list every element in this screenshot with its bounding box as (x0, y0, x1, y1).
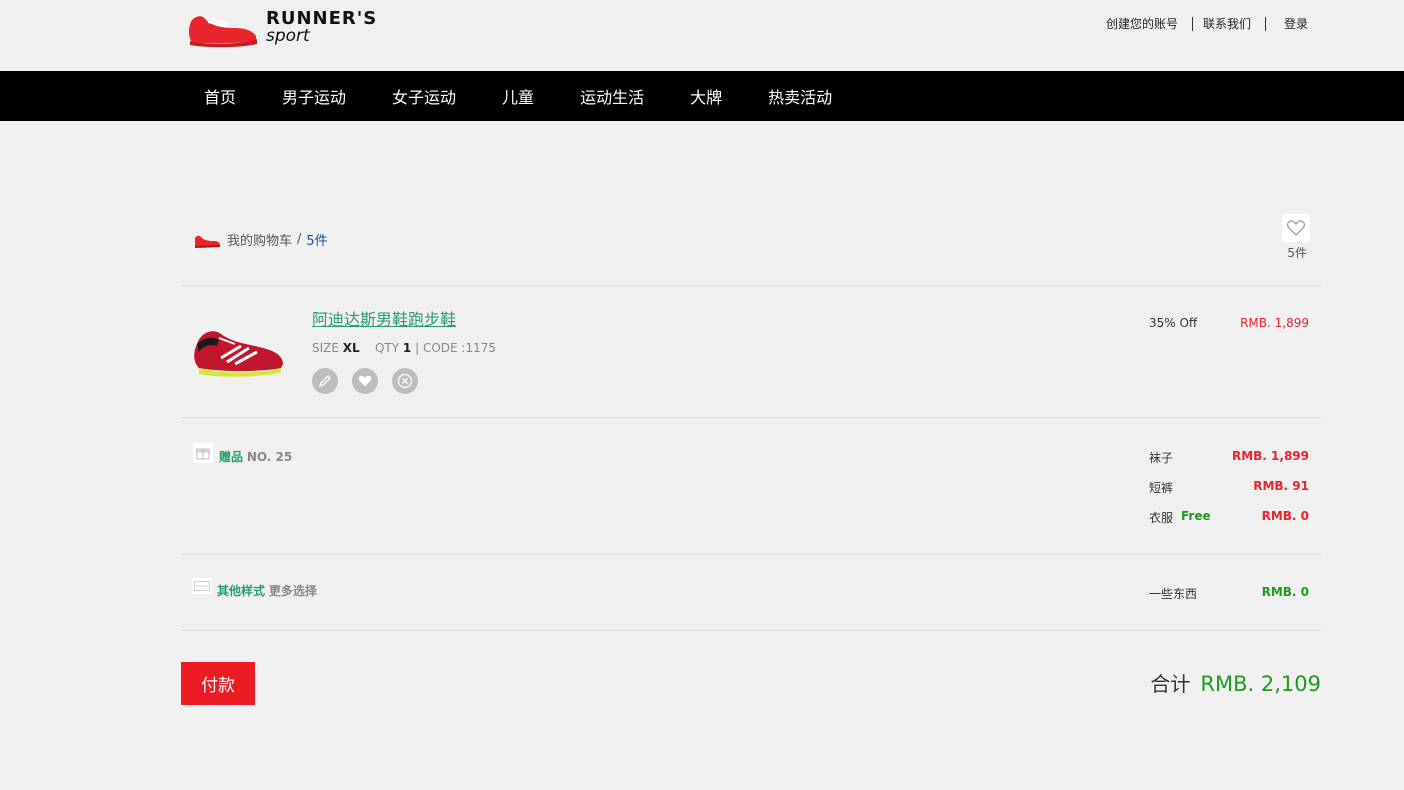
qty-label: QTY (374, 341, 400, 355)
nav-item-kids[interactable]: 儿童 (479, 84, 557, 108)
nav-item-hot-deals[interactable]: 热卖活动 (745, 84, 855, 108)
other-style-title: 其他样式 (217, 584, 266, 598)
favorites-count: 5件 (1287, 246, 1307, 260)
contact-link[interactable]: 联系我们 (1203, 15, 1251, 32)
product-name-link[interactable]: 阿迪达斯男鞋跑步鞋 (312, 306, 456, 330)
cart-count[interactable]: 5件 (306, 230, 327, 249)
create-account-link[interactable]: 创建您的账号 (1106, 15, 1178, 32)
shoe-icon (195, 235, 220, 248)
gift-title: 赠品 (219, 450, 244, 464)
size-label: SIZE (312, 341, 339, 355)
gift-line-socks: 袜子 RMB. 1,899 (1149, 449, 1309, 469)
other-item-value: RMB. 0 (1261, 585, 1309, 599)
nav-item-lifestyle[interactable]: 运动生活 (557, 84, 667, 108)
nav-item-women[interactable]: 女子运动 (369, 84, 479, 108)
brand-sub: sport (266, 26, 310, 46)
pay-button[interactable]: 付款 (181, 662, 255, 705)
card-icon (192, 578, 212, 594)
gift-item-name: 衣服 (1149, 511, 1174, 525)
other-item-line: 一些东西 RMB. 0 (1149, 585, 1309, 605)
product-actions (312, 368, 432, 394)
breadcrumb: 我的购物车 / 5件 (193, 230, 328, 249)
discount-text: 35% Off (1149, 316, 1198, 330)
heart-icon (358, 375, 372, 387)
product-price: RMB. 1,899 (1240, 316, 1309, 330)
nav-item-brands[interactable]: 大牌 (667, 84, 745, 108)
more-options-link[interactable]: 更多选择 (269, 584, 317, 598)
favorites-button[interactable] (1282, 214, 1310, 242)
close-icon (397, 373, 413, 389)
brand-logo[interactable]: RUNNER'S sport (186, 6, 431, 50)
wishlist-button[interactable] (352, 368, 378, 394)
product-image[interactable] (191, 322, 285, 378)
running-shoe-image (194, 331, 283, 377)
top-links: 创建您的账号 联系我们 登录 (1106, 15, 1308, 32)
product-meta: SIZE XL QTY 1 | CODE :1175 (312, 341, 496, 355)
other-options-label: 其他样式 更多选择 (217, 582, 317, 599)
cart-item-row: 阿迪达斯男鞋跑步鞋 SIZE XL QTY 1 | CODE :1175 35%… (181, 286, 1321, 418)
nav-item-men[interactable]: 男子运动 (259, 84, 369, 108)
heart-outline-icon (1287, 220, 1305, 236)
gift-icon (193, 443, 213, 463)
divider (1264, 16, 1266, 31)
gift-row: 赠品 NO. 25 袜子 RMB. 1,899 短裤 RMB. 91 衣服 Fr… (181, 418, 1321, 555)
product-code: | CODE :1175 (415, 341, 496, 355)
gift-item-name: 短裤 (1149, 481, 1174, 495)
gift-item-value: RMB. 1,899 (1231, 449, 1309, 463)
nav-item-home[interactable]: 首页 (181, 84, 259, 108)
header: RUNNER'S sport 创建您的账号 联系我们 登录 (0, 0, 1404, 71)
order-total: 合计 RMB. 2,109 (1150, 668, 1321, 697)
gift-number: NO. 25 (246, 450, 293, 464)
pencil-icon (318, 375, 331, 388)
gift-label: 赠品 NO. 25 (219, 448, 292, 465)
shoe-logo-icon (189, 16, 257, 48)
breadcrumb-separator: / (297, 232, 302, 247)
size-value: XL (342, 341, 360, 355)
gift-item-name: 袜子 (1149, 451, 1174, 465)
gift-item-value: RMB. 91 (1253, 479, 1309, 493)
qty-value: 1 (402, 341, 412, 355)
cart-header: 我的购物车 / 5件 5件 (181, 214, 1321, 286)
free-badge: Free (1181, 509, 1211, 523)
remove-button[interactable] (392, 368, 418, 394)
gift-item-value: RMB. 0 (1261, 509, 1309, 523)
total-value: RMB. 2,109 (1200, 672, 1321, 696)
main-nav: 首页 男子运动 女子运动 儿童 运动生活 大牌 热卖活动 (0, 71, 1404, 121)
other-item-name: 一些东西 (1149, 587, 1198, 601)
divider (1191, 16, 1193, 31)
login-link[interactable]: 登录 (1284, 15, 1308, 32)
total-label: 合计 (1150, 672, 1191, 696)
edit-button[interactable] (312, 368, 338, 394)
gift-line-clothes: 衣服 Free RMB. 0 (1149, 509, 1309, 529)
gift-line-shorts: 短裤 RMB. 91 (1149, 479, 1309, 499)
other-options-row: 其他样式 更多选择 一些东西 RMB. 0 (181, 555, 1321, 631)
cart-label: 我的购物车 (227, 234, 293, 249)
